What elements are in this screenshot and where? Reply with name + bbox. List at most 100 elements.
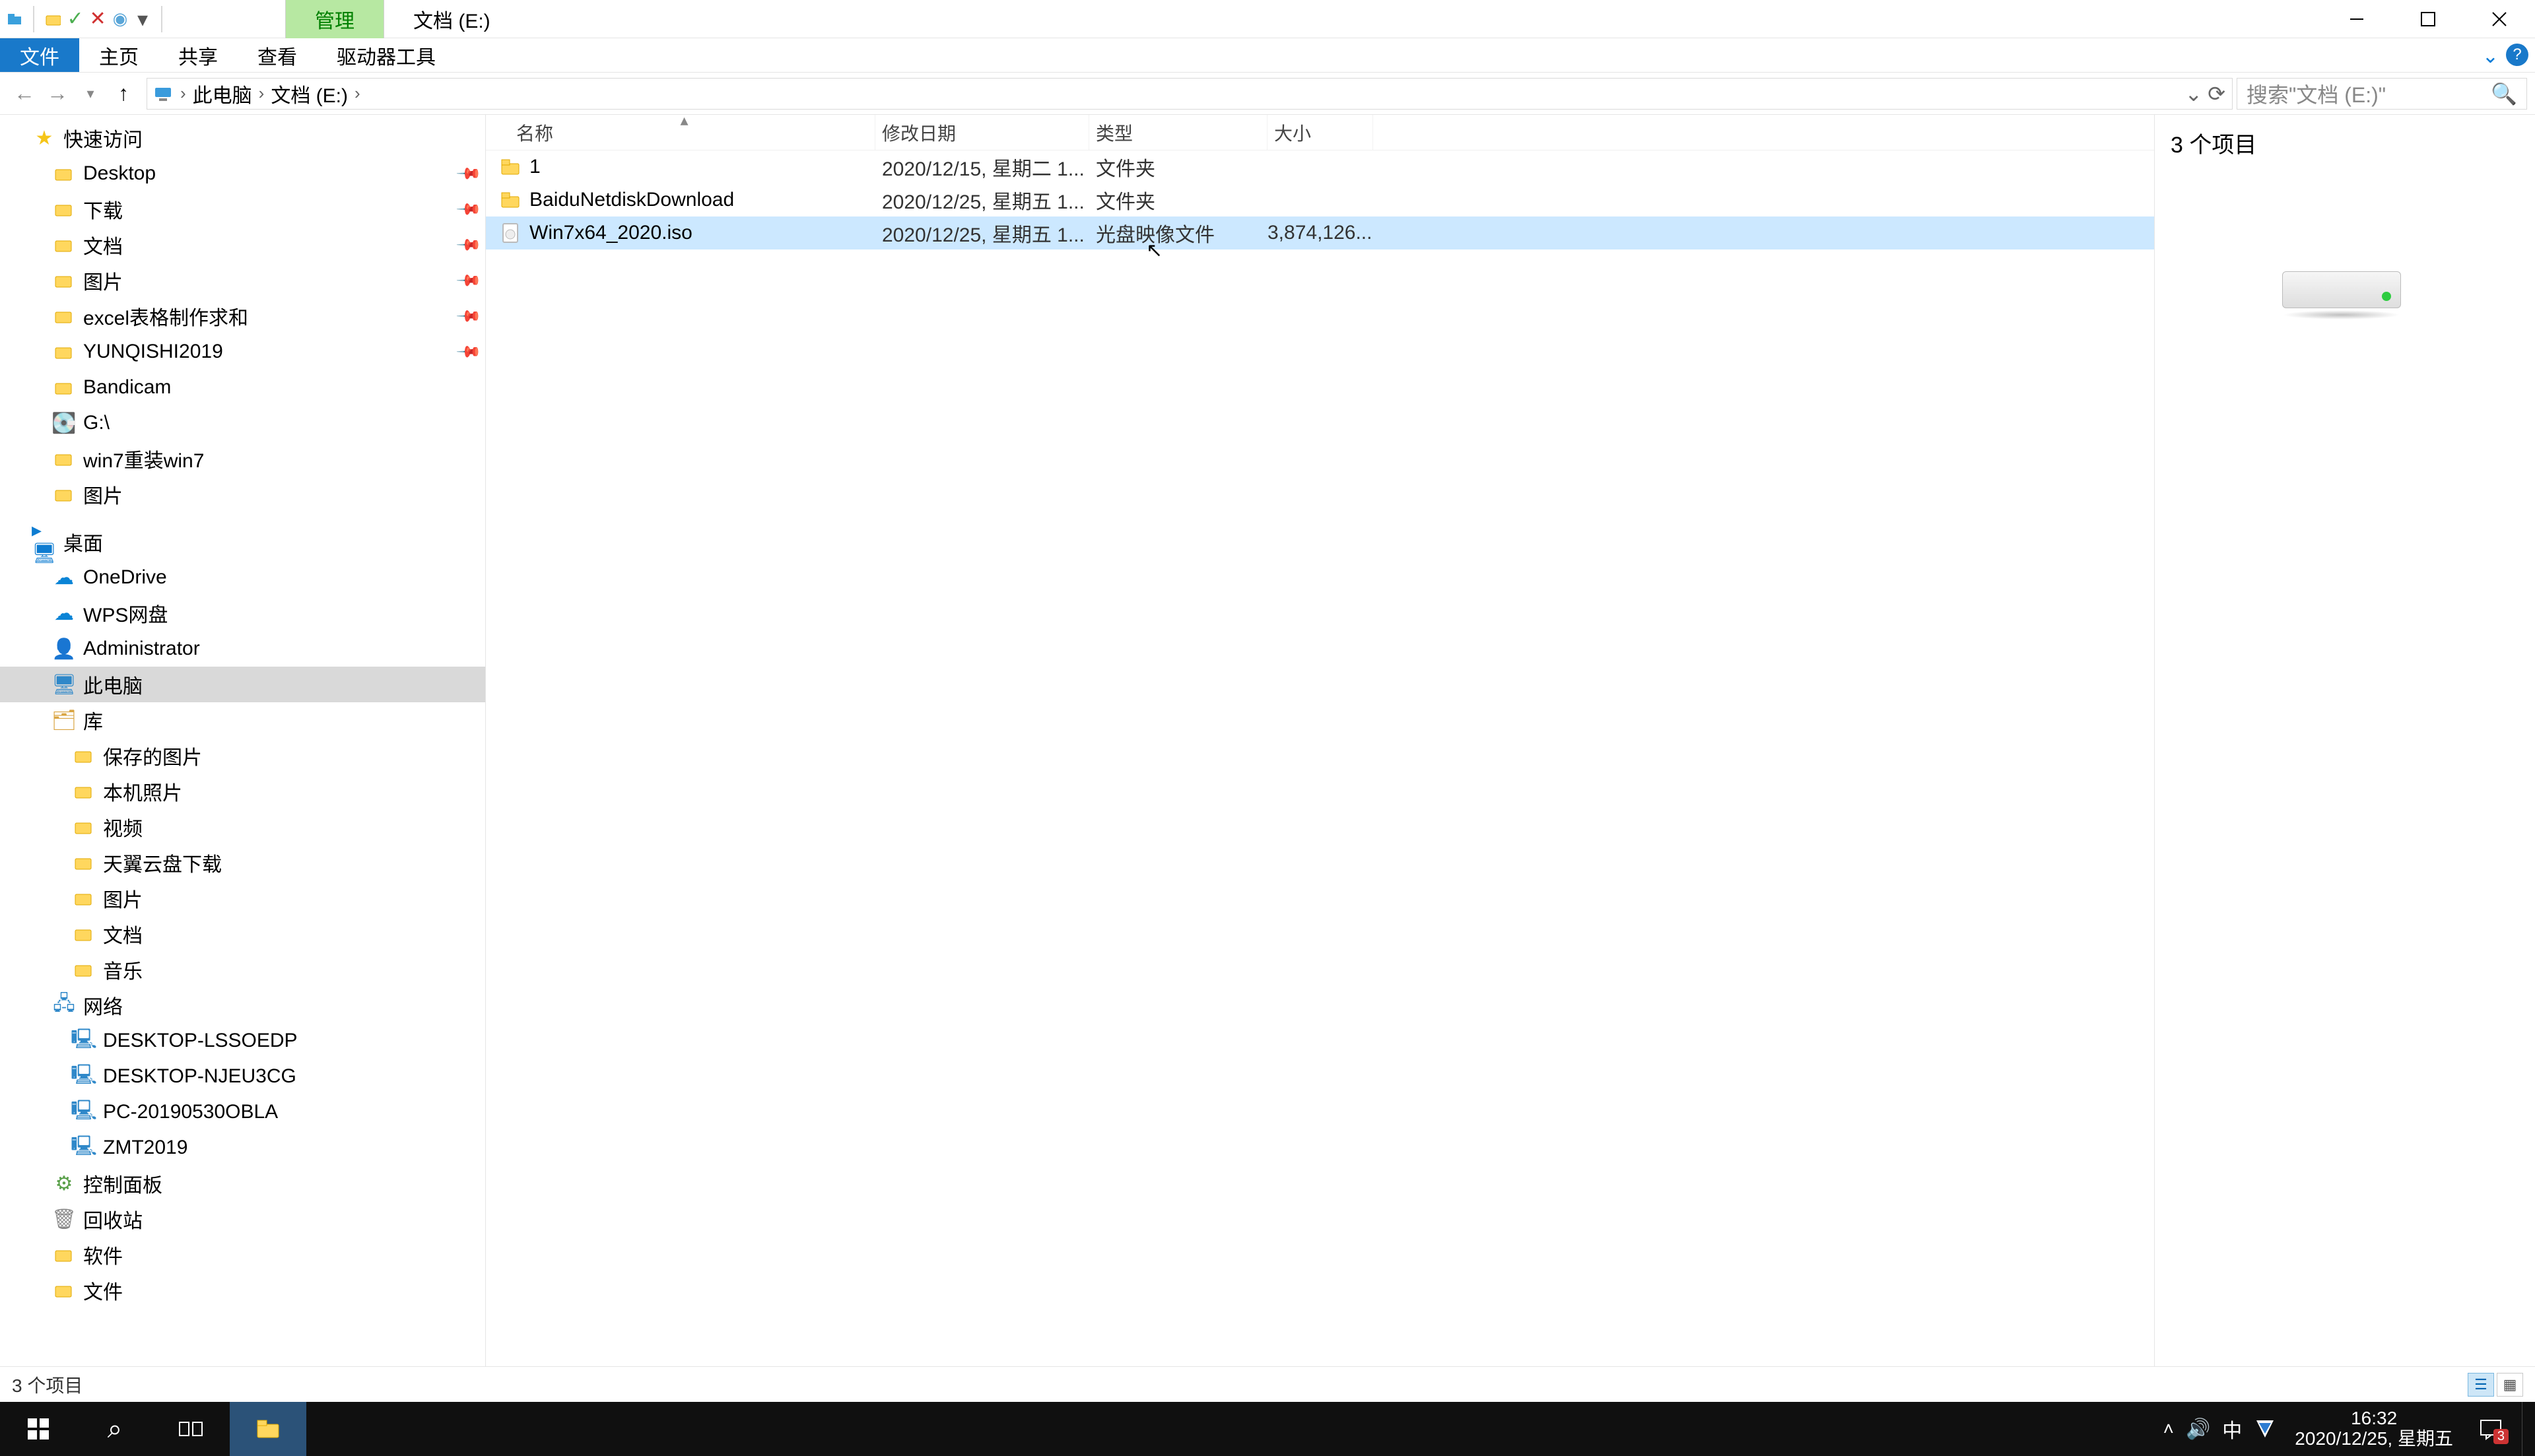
close-x-icon[interactable]: ✕ (90, 11, 106, 27)
sidebar-item[interactable]: 🖳DESKTOP-NJEU3CG (0, 1059, 485, 1094)
taskbar-clock[interactable]: 16:32 2020/12/25, 星期五 (2295, 1408, 2453, 1449)
breadcrumb-dropdown-icon[interactable]: ⌄ (2184, 81, 2202, 106)
dropdown-caret-icon[interactable]: ▾ (135, 11, 151, 27)
sidebar-quick-access[interactable]: ★快速访问 (0, 120, 485, 156)
close-button[interactable] (2464, 0, 2535, 38)
file-row[interactable]: 1 2020/12/15, 星期二 1... 文件夹 (486, 150, 2154, 183)
breadcrumb-drive[interactable]: 文档 (E:) (271, 79, 348, 108)
sidebar-item[interactable]: 下载📌 (0, 191, 485, 227)
sidebar-item[interactable]: 保存的图片 (0, 738, 485, 774)
sidebar-item-label: 此电脑 (83, 670, 143, 699)
sidebar-item[interactable]: ⚙控制面板 (0, 1166, 485, 1201)
pin-icon: 📌 (455, 302, 483, 330)
tray-chevron-up-icon[interactable]: ˄ (2163, 1418, 2174, 1439)
file-list-pane[interactable]: ▴名称 修改日期 类型 大小 1 2020/12/15, 星期二 1... 文件… (486, 115, 2154, 1366)
action-center-button[interactable]: 3 (2472, 1410, 2510, 1448)
search-input[interactable]: 搜索"文档 (E:)" 🔍 (2237, 78, 2527, 110)
sidebar-item[interactable]: 天翼云盘下载 (0, 845, 485, 880)
taskbar[interactable]: ⌕ ˄ 🔊 中 16:32 2020/12/25, 星期五 3 (0, 1402, 2535, 1456)
sidebar-item[interactable]: 文档📌 (0, 227, 485, 263)
folder-icon (51, 446, 77, 471)
sidebar-item[interactable]: 视频 (0, 809, 485, 845)
nav-up-button[interactable]: ↑ (107, 77, 140, 110)
ribbon-tab-view[interactable]: 查看 (238, 38, 317, 72)
sidebar-item[interactable]: 🖳ZMT2019 (0, 1130, 485, 1166)
nav-back-button[interactable]: ← (8, 77, 41, 110)
column-size[interactable]: 大小 (1268, 115, 1373, 150)
chevron-right-icon[interactable]: › (180, 83, 186, 104)
file-row[interactable]: Win7x64_2020.iso 2020/12/25, 星期五 1... 光盘… (486, 216, 2154, 249)
nav-recent-dropdown[interactable]: ▾ (74, 77, 107, 110)
file-row[interactable]: BaiduNetdiskDownload 2020/12/25, 星期五 1..… (486, 183, 2154, 216)
sidebar-item[interactable]: excel表格制作求和📌 (0, 298, 485, 334)
refresh-icon[interactable]: ⟳ (2208, 81, 2225, 106)
breadcrumb-this-pc[interactable]: 此电脑 (193, 79, 252, 108)
taskbar-search-button[interactable]: ⌕ (77, 1402, 153, 1456)
taskbar-explorer-button[interactable] (230, 1402, 306, 1456)
column-date[interactable]: 修改日期 (875, 115, 1089, 150)
sidebar-item[interactable]: 图片📌 (0, 263, 485, 298)
chevron-right-icon[interactable]: › (259, 83, 265, 104)
show-desktop-button[interactable] (2522, 1402, 2531, 1456)
sidebar-item[interactable]: 软件 (0, 1237, 485, 1273)
sidebar-item[interactable]: 🗑回收站 (0, 1201, 485, 1237)
ribbon-tab-share[interactable]: 共享 (158, 38, 238, 72)
sidebar-item[interactable]: 音乐 (0, 952, 485, 987)
sidebar-item[interactable]: YUNQISHI2019📌 (0, 334, 485, 370)
sidebar-item[interactable]: 💽G:\ (0, 405, 485, 441)
breadcrumb-box[interactable]: › 此电脑 › 文档 (E:) › ⌄ ⟳ (147, 78, 2233, 110)
navigation-pane[interactable]: ★快速访问 Desktop📌下载📌文档📌图片📌excel表格制作求和📌YUNQI… (0, 115, 486, 1366)
view-details-button[interactable]: ☰ (2468, 1373, 2494, 1397)
nav-forward-button[interactable]: → (41, 77, 74, 110)
sidebar-item[interactable]: 🖳PC-20190530OBLA (0, 1094, 485, 1130)
ribbon-collapse-icon[interactable]: ⌄ (2482, 45, 2499, 68)
sidebar-item[interactable]: 👤Administrator (0, 631, 485, 667)
sidebar-desktop-root[interactable]: ▸🖥桌面 (0, 524, 485, 560)
folder-icon (499, 188, 523, 212)
help-icon[interactable]: ? (2506, 44, 2528, 66)
sidebar-item[interactable]: 文件 (0, 1273, 485, 1308)
sidebar-item[interactable]: 🖥此电脑 (0, 667, 485, 702)
sidebar-item[interactable]: Bandicam (0, 370, 485, 405)
tray-volume-icon[interactable]: 🔊 (2186, 1418, 2210, 1441)
sidebar-item[interactable]: 🖧网络 (0, 987, 485, 1023)
column-type[interactable]: 类型 (1089, 115, 1268, 150)
sidebar-item-label: 软件 (83, 1240, 123, 1269)
task-view-button[interactable] (153, 1402, 230, 1456)
sidebar-item[interactable]: 图片 (0, 880, 485, 916)
sidebar-item[interactable]: Desktop📌 (0, 156, 485, 191)
search-icon[interactable]: 🔍 (2491, 81, 2517, 106)
ribbon: 文件 主页 共享 查看 驱动器工具 ⌄ ? (0, 38, 2535, 73)
sidebar-item[interactable]: 本机照片 (0, 774, 485, 809)
search-placeholder: 搜索"文档 (E:)" (2247, 79, 2386, 109)
sidebar-item[interactable]: win7重装win7 (0, 441, 485, 477)
ribbon-tab-drivetools[interactable]: 驱动器工具 (317, 38, 456, 72)
maximize-button[interactable] (2392, 0, 2464, 38)
sidebar-item[interactable]: 🖳DESKTOP-LSSOEDP (0, 1023, 485, 1059)
item-icon: ☁ (51, 601, 77, 626)
sidebar-item[interactable]: 🗂库 (0, 702, 485, 738)
notification-badge: 3 (2493, 1429, 2509, 1444)
checkmark-icon[interactable]: ✓ (67, 11, 83, 27)
column-name[interactable]: ▴名称 (486, 115, 875, 150)
pc-icon[interactable] (154, 85, 174, 102)
properties-icon[interactable]: ◉ (112, 11, 128, 27)
address-bar: ← → ▾ ↑ › 此电脑 › 文档 (E:) › ⌄ ⟳ 搜索"文档 (E:)… (0, 73, 2535, 115)
folder-icon[interactable] (45, 11, 61, 27)
column-headers: ▴名称 修改日期 类型 大小 (486, 115, 2154, 150)
sidebar-item[interactable]: ☁WPS网盘 (0, 595, 485, 631)
start-button[interactable] (0, 1402, 77, 1456)
tray-security-icon[interactable] (2254, 1418, 2276, 1440)
chevron-right-icon[interactable]: › (355, 83, 360, 104)
contextual-tab-manage[interactable]: 管理 (285, 0, 384, 38)
iso-icon (499, 221, 523, 245)
view-icons-button[interactable]: ▦ (2497, 1373, 2523, 1397)
ribbon-tab-file[interactable]: 文件 (0, 38, 79, 72)
sidebar-item[interactable]: ☁OneDrive (0, 560, 485, 595)
file-type: 文件夹 (1089, 152, 1268, 182)
minimize-button[interactable] (2321, 0, 2392, 38)
sidebar-item[interactable]: 图片 (0, 477, 485, 512)
tray-ime-indicator[interactable]: 中 (2222, 1414, 2242, 1443)
sidebar-item[interactable]: 文档 (0, 916, 485, 952)
ribbon-tab-home[interactable]: 主页 (79, 38, 158, 72)
